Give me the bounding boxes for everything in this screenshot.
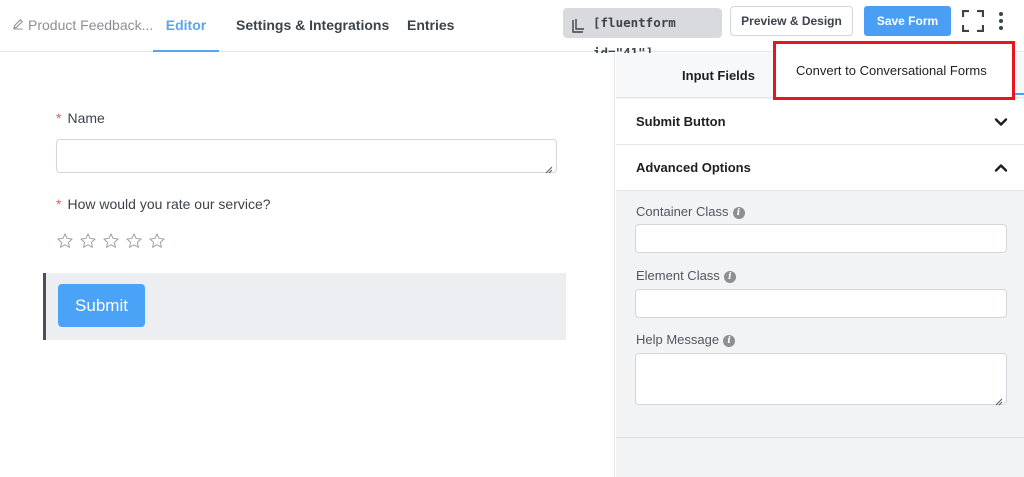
name-input[interactable] (56, 139, 557, 174)
save-form-button[interactable]: Save Form (864, 6, 951, 36)
star-icon[interactable] (148, 232, 166, 250)
tab-entries[interactable]: Entries (407, 0, 454, 52)
fullscreen-icon[interactable] (961, 9, 985, 33)
section-title: Advanced Options (636, 160, 751, 175)
chevron-up-icon[interactable] (994, 161, 1008, 175)
convert-conversational-forms-option[interactable]: Convert to Conversational Forms (773, 41, 1015, 100)
info-icon[interactable]: i (732, 206, 745, 219)
info-icon[interactable]: i (723, 334, 736, 347)
more-options-icon[interactable] (996, 10, 1006, 32)
advanced-options-body: Container Class i Element Class i Help Mes… (616, 191, 1024, 438)
info-icon[interactable]: i (723, 270, 736, 283)
submit-button[interactable]: Submit (58, 284, 145, 327)
settings-panel: Input Fields Submit Button Advanced Opti… (616, 53, 1024, 477)
help-message-textarea[interactable] (635, 353, 1007, 406)
convert-conversational-forms-label: Convert to Conversational Forms (796, 63, 987, 78)
shortcode-copy-button[interactable]: [fluentform id="41"] (563, 8, 722, 60)
star-icon[interactable] (102, 232, 120, 250)
star-icon[interactable] (125, 232, 143, 250)
tab-editor[interactable]: Editor (153, 0, 219, 52)
chevron-down-icon[interactable] (994, 115, 1008, 129)
tab-settings-integrations[interactable]: Settings & Integrations (236, 0, 389, 52)
preview-design-button[interactable]: Preview & Design (730, 6, 853, 36)
resize-grip-icon[interactable] (995, 393, 1003, 406)
copy-icon (570, 15, 586, 33)
form-name-link[interactable]: Product Feedback... (12, 0, 153, 52)
form-editor-canvas: * Name * How would you rate our service? S… (0, 53, 615, 477)
element-class-input[interactable] (635, 289, 1007, 318)
required-asterisk: * (56, 196, 62, 212)
rating-field-label: * How would you rate our service? (56, 196, 271, 212)
container-class-text: Container Class (636, 204, 729, 219)
required-asterisk: * (56, 110, 62, 126)
section-advanced-options[interactable]: Advanced Options (616, 145, 1024, 191)
help-message-text: Help Message (636, 332, 720, 347)
element-class-label: Element Class i (636, 268, 736, 283)
container-class-label: Container Class i (636, 204, 745, 219)
name-label-text: Name (67, 110, 105, 126)
section-submit-button[interactable]: Submit Button (616, 99, 1024, 145)
star-icon[interactable] (79, 232, 97, 250)
active-tab-indicator (1014, 93, 1024, 95)
name-field-label: * Name (56, 110, 105, 126)
container-class-input[interactable] (635, 224, 1007, 253)
rating-stars (56, 232, 171, 250)
pencil-icon (12, 0, 24, 50)
help-message-label: Help Message i (636, 332, 736, 347)
rating-label-text: How would you rate our service? (67, 196, 271, 212)
form-name-label: Product Feedback... (28, 17, 154, 33)
resize-grip-icon[interactable] (545, 161, 553, 174)
element-class-text: Element Class (636, 268, 720, 283)
submit-button-container[interactable]: Submit (43, 273, 566, 340)
star-icon[interactable] (56, 232, 74, 250)
section-title: Submit Button (636, 114, 726, 129)
